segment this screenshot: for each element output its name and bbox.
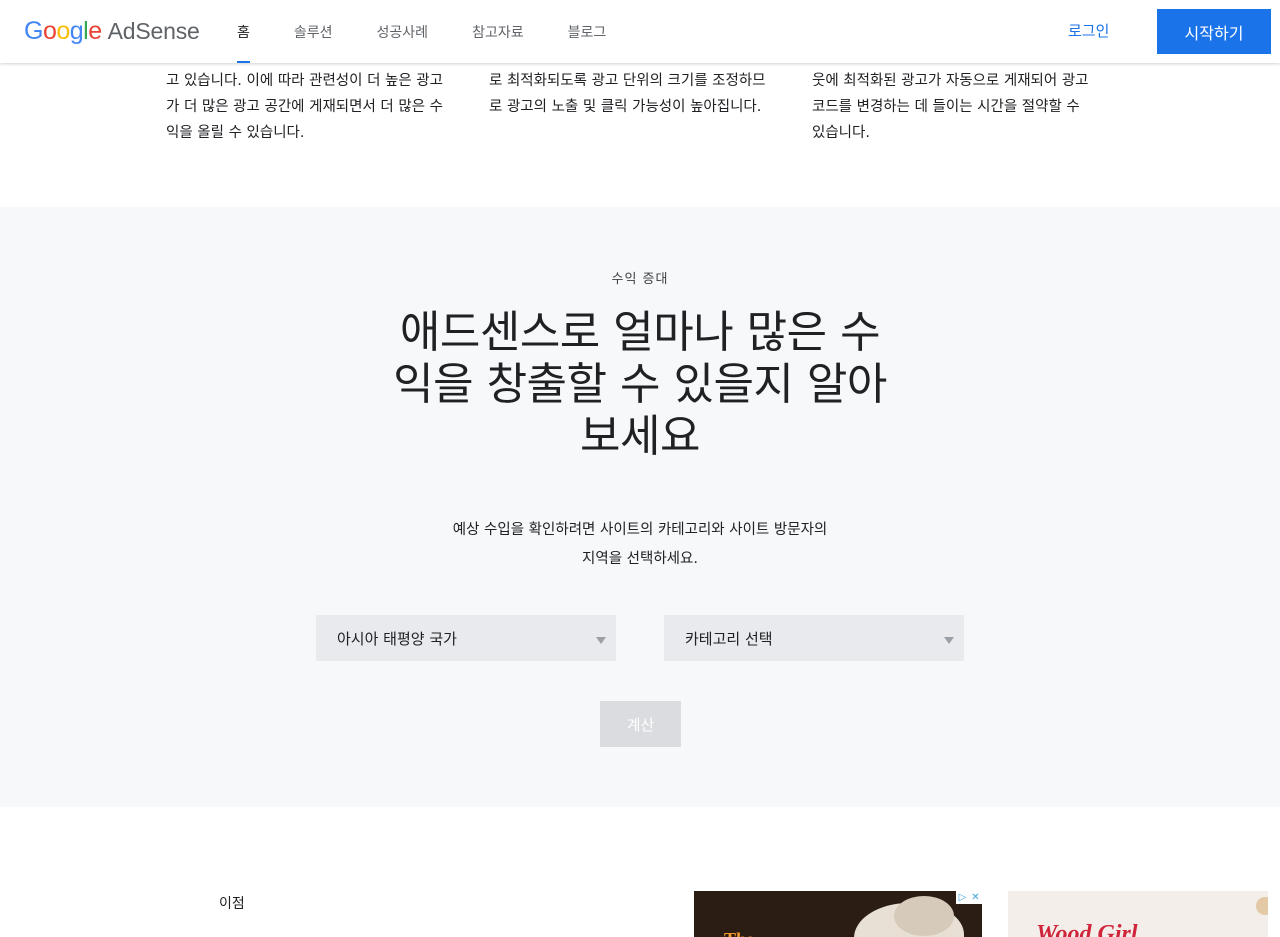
top-header: Google AdSense 홈 솔루션 성공사례 참고자료 블로그 로그인 시…	[0, 0, 1280, 63]
adsense-logo[interactable]: Google AdSense	[24, 17, 200, 47]
feature-text-1: 고 있습니다. 이에 따라 관련성이 더 높은 광고 가 더 많은 광고 공간에…	[166, 73, 443, 141]
feature-text-3: 웃에 최적화된 광고가 자동으로 게재되어 광고 코드를 변경하는 데 들이는 …	[812, 73, 1089, 141]
section-eyebrow: 수익 증대	[611, 272, 669, 287]
login-link[interactable]: 로그인	[1068, 20, 1109, 41]
section-headline: 애드센스로 얼마나 많은 수 익을 창출할 수 있을지 알아 보세요	[393, 307, 887, 462]
category-select[interactable]: 카테고리 선택	[664, 615, 964, 661]
section-description: 예상 수입을 확인하려면 사이트의 카테고리와 사이트 방문자의 지역을 선택하…	[452, 522, 828, 567]
ad-image-text: The	[724, 929, 754, 937]
ad-choices-icon[interactable]: ▷ ✕	[956, 891, 982, 904]
region-select-value: 아시아 태평양 국가	[337, 630, 457, 648]
benefit-ad-image-2: Wood Girl	[1008, 891, 1268, 937]
product-name: AdSense	[107, 18, 200, 44]
main-nav: 홈 솔루션 성공사례 참고자료 블로그	[237, 0, 650, 63]
google-wordmark: Google	[24, 17, 102, 45]
revenue-calculator-section: 수익 증대 애드센스로 얼마나 많은 수 익을 창출할 수 있을지 알아 보세요…	[0, 207, 1280, 807]
calculate-button[interactable]: 계산	[600, 701, 681, 747]
nav-home[interactable]: 홈	[237, 0, 250, 63]
category-select-value: 카테고리 선택	[685, 630, 773, 648]
nav-resources[interactable]: 참고자료	[472, 0, 524, 63]
nav-blog[interactable]: 블로그	[568, 0, 607, 63]
region-select[interactable]: 아시아 태평양 국가	[316, 615, 616, 661]
get-started-button[interactable]: 시작하기	[1157, 9, 1271, 54]
nav-success-stories[interactable]: 성공사례	[377, 0, 429, 63]
dropdown-arrow-icon	[596, 637, 606, 644]
benefits-label: 이점	[219, 896, 245, 912]
benefit-ad-image-1: The ▷✕	[694, 891, 982, 937]
feature-text-2: 로 최적화되도록 광고 단위의 크기를 조정하므 로 광고의 노출 및 클릭 가…	[489, 73, 766, 115]
ad-image-text: Wood Girl	[1036, 921, 1138, 937]
dropdown-arrow-icon	[944, 637, 954, 644]
nav-solutions[interactable]: 솔루션	[294, 0, 333, 63]
